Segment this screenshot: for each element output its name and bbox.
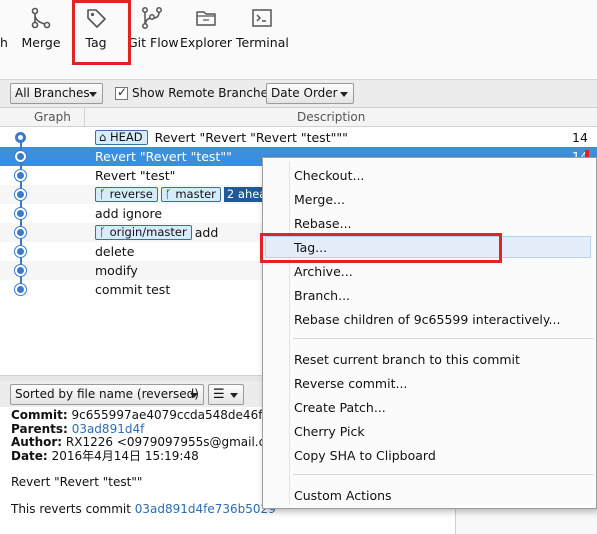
terminal-label: Terminal bbox=[236, 35, 289, 50]
commit-date: 14 bbox=[572, 130, 588, 145]
commit-body-text: This reverts commit bbox=[11, 501, 131, 516]
show-remote-checkbox[interactable]: ✓ bbox=[115, 85, 128, 100]
git-flow-button[interactable]: Git Flow bbox=[128, 0, 179, 64]
chevron-down-icon bbox=[190, 393, 198, 398]
menu-item-branch[interactable]: Branch... bbox=[294, 288, 350, 303]
author-value: RX1226 <0979097955s@gmail.com bbox=[65, 435, 285, 449]
menu-item-checkout[interactable]: Checkout... bbox=[294, 168, 364, 183]
menu-item-reset[interactable]: Reset current branch to this commit bbox=[294, 352, 520, 367]
column-headers: Graph Description bbox=[0, 108, 597, 127]
menu-separator bbox=[293, 338, 593, 339]
order-dropdown[interactable]: Date Order bbox=[266, 83, 354, 104]
reverted-commit-link[interactable]: 03ad891d4fe736b5029 bbox=[135, 502, 276, 516]
branch-icon: ᚴ bbox=[99, 187, 106, 201]
commit-hash: 9c655997ae4079ccda548de46f54 bbox=[71, 408, 278, 422]
menu-item-rebase-children[interactable]: Rebase children of 9c65599 interactively… bbox=[294, 312, 560, 327]
commit-message: modify bbox=[95, 263, 138, 278]
explorer-label: Explorer bbox=[180, 35, 233, 50]
sort-dropdown[interactable]: Sorted by file name (reversed) bbox=[10, 384, 204, 405]
parent-hash-link[interactable]: 03ad891d4f bbox=[72, 422, 145, 436]
graph-node bbox=[15, 246, 26, 257]
merge-button[interactable]: Merge bbox=[18, 0, 64, 64]
tag-icon: ⌂ bbox=[99, 130, 107, 144]
partial-toolbar-button[interactable]: h bbox=[0, 0, 12, 64]
merge-icon bbox=[31, 7, 51, 29]
commit-message: add ignore bbox=[95, 206, 163, 221]
date-value: 2016年4月14日 15:19:48 bbox=[51, 448, 199, 463]
toolbar: h Merge Tag Git Flow Explorer Terminal bbox=[0, 0, 597, 80]
commit-description: ⌂ HEAD Revert "Revert "Revert "test""" bbox=[95, 130, 348, 145]
commit-details: Commit: 9c655997ae4079ccda548de46f54 Par… bbox=[11, 408, 285, 516]
branch-badge-origin-master: ᚴ origin/master bbox=[95, 225, 192, 240]
graph-node bbox=[15, 189, 26, 200]
menu-gutter bbox=[289, 161, 290, 505]
graph-node bbox=[15, 284, 26, 295]
terminal-icon bbox=[252, 9, 272, 27]
order-value: Date Order bbox=[271, 86, 338, 100]
graph-node-head bbox=[15, 132, 26, 143]
graph-column-header[interactable]: Graph bbox=[34, 110, 71, 124]
explorer-button[interactable]: Explorer bbox=[180, 0, 232, 64]
commit-message: Revert "test" bbox=[95, 168, 176, 183]
graph-node bbox=[15, 151, 26, 162]
chevron-down-icon bbox=[230, 393, 238, 398]
graph-node bbox=[15, 208, 26, 219]
terminal-button[interactable]: Terminal bbox=[236, 0, 289, 64]
description-column-header[interactable]: Description bbox=[297, 110, 365, 124]
menu-item-custom-actions[interactable]: Custom Actions bbox=[294, 488, 392, 503]
tag-button-highlight bbox=[72, 0, 131, 65]
commit-row[interactable]: ⌂ HEAD Revert "Revert "Revert "test""" 1… bbox=[0, 128, 597, 147]
graph-node bbox=[15, 265, 26, 276]
graph-node bbox=[15, 170, 26, 181]
menu-item-merge[interactable]: Merge... bbox=[294, 192, 345, 207]
sort-value: Sorted by file name (reversed) bbox=[15, 387, 199, 401]
branch-badge-reverse: ᚴ reverse bbox=[95, 187, 158, 202]
branch-icon: ᚴ bbox=[164, 187, 172, 201]
view-mode-dropdown[interactable]: ☰ bbox=[208, 384, 244, 405]
menu-item-reverse-commit[interactable]: Reverse commit... bbox=[294, 376, 407, 391]
context-menu: Checkout... Merge... Rebase... Tag... Ar… bbox=[262, 157, 597, 509]
checkmark-icon: ✓ bbox=[117, 85, 128, 99]
partial-toolbar-label: h bbox=[0, 35, 8, 50]
commit-message: add bbox=[194, 225, 219, 240]
commit-message: Revert "Revert "test"" bbox=[95, 149, 232, 164]
menu-item-create-patch[interactable]: Create Patch... bbox=[294, 400, 386, 415]
show-remote-label: Show Remote Branches bbox=[132, 86, 275, 100]
menu-item-copy-sha[interactable]: Copy SHA to Clipboard bbox=[294, 448, 436, 463]
branch-filter-dropdown[interactable]: All Branches bbox=[10, 83, 103, 104]
commit-message: Revert "Revert "Revert "test""" bbox=[154, 130, 348, 145]
list-icon: ☰ bbox=[213, 387, 225, 402]
menu-item-rebase[interactable]: Rebase... bbox=[294, 216, 352, 231]
git-flow-label: Git Flow bbox=[128, 35, 179, 50]
commit-message: delete bbox=[95, 244, 135, 259]
commit-message-detail: Revert "Revert "test"" bbox=[11, 475, 143, 489]
folder-icon bbox=[196, 11, 216, 26]
commit-message: commit test bbox=[95, 282, 171, 297]
branch-badge-master: ᚴ master bbox=[160, 187, 221, 202]
branch-icon: ᚴ bbox=[99, 225, 106, 239]
chevron-down-icon bbox=[340, 92, 348, 97]
head-tag-badge: ⌂ HEAD bbox=[95, 130, 148, 145]
branch-filter-value: All Branches bbox=[15, 86, 90, 100]
commit-description: ᚴ reverse ᚴ master 2 ahead bbox=[95, 187, 277, 202]
graph-node bbox=[15, 227, 26, 238]
tag-menu-item-highlight bbox=[260, 233, 502, 263]
column-divider[interactable] bbox=[84, 108, 85, 127]
commit-description: ᚴ origin/master add bbox=[95, 225, 218, 240]
menu-item-cherry-pick[interactable]: Cherry Pick bbox=[294, 424, 365, 439]
merge-label: Merge bbox=[21, 35, 61, 50]
chevron-down-icon bbox=[89, 92, 97, 97]
git-flow-icon bbox=[142, 7, 162, 29]
menu-item-archive[interactable]: Archive... bbox=[294, 264, 353, 279]
menu-separator bbox=[293, 474, 593, 475]
